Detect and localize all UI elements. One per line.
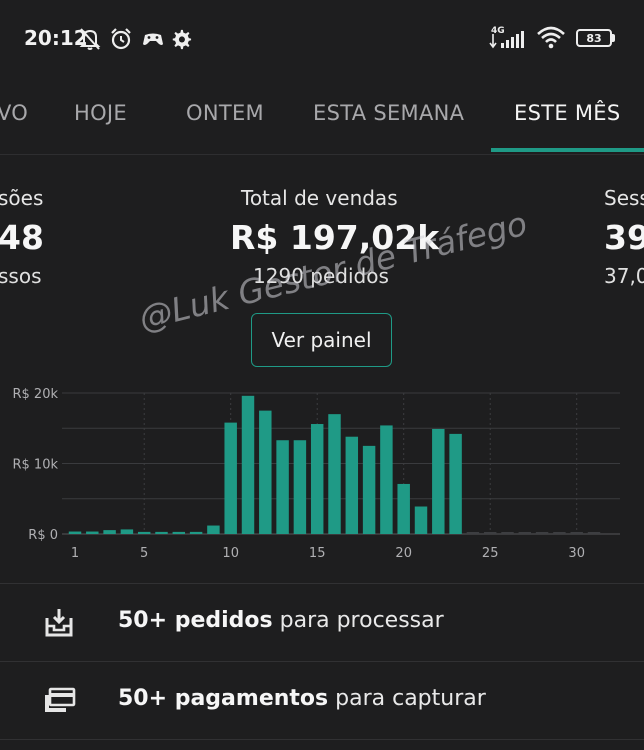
task-payments-count: 50+ pagamentos [118,686,329,711]
battery-tip [612,34,615,42]
x-tick-label: 15 [309,546,326,561]
metric-left-value: 48 [0,218,44,257]
task-row-payments[interactable]: 50+ pagamentos para capturar [0,661,644,740]
x-tick-label: 30 [568,546,585,561]
y-tick-label: R$ 20k [12,387,58,402]
task-row-orders[interactable]: 50+ pedidos para processar [0,583,644,662]
view-panel-label: Ver painel [271,328,372,352]
task-orders-text: 50+ pedidos para processar [118,608,444,633]
metric-total-sales-label: Total de vendas [241,186,398,210]
bar [570,532,583,534]
bar [380,425,393,534]
tab-esta-semana[interactable]: ESTA SEMANA [313,101,464,125]
bar [293,440,307,534]
metric-right-value: 39 [604,218,644,257]
sales-bar-chart: R$ 0R$ 10kR$ 20k1 5 10 15 20 25 30 [12,387,620,561]
y-tick-label: R$ 0 [28,528,58,543]
gear-icon [172,29,192,50]
bar [189,531,203,534]
bar [224,422,237,534]
battery-icon: 83 [576,29,612,47]
wifi-icon [537,26,565,49]
bar [120,529,134,534]
bar [449,433,462,534]
period-tabs: VO HOJE ONTEM ESTA SEMANA ESTE MÊS [0,90,644,155]
bar [276,440,289,534]
battery-level: 83 [586,31,602,45]
bar [518,532,532,534]
tab-ontem[interactable]: ONTEM [186,101,264,125]
bar [466,532,480,534]
bar [310,424,324,534]
bar [414,506,428,534]
bottom-divider [0,739,644,740]
x-tick-label: 5 [140,546,148,561]
tab-este-mes[interactable]: ESTE MÊS [514,101,621,125]
bar [172,531,186,534]
bar [259,410,272,534]
metric-right-label: Sess [604,186,644,210]
active-tab-indicator [491,148,644,152]
task-payments-text: 50+ pagamentos para capturar [118,686,486,711]
metric-left-label: sões [0,186,44,210]
bar [345,436,359,534]
bar [397,483,410,534]
bar [553,532,566,534]
bar [103,530,116,534]
signal-4g-icon [489,31,524,49]
x-tick-label: 25 [482,546,499,561]
game-controller-icon [143,33,163,45]
x-tick-label: 1 [71,546,79,561]
view-panel-button[interactable]: Ver painel [251,313,392,367]
bar [328,414,341,534]
bar [362,445,376,534]
bar [241,395,255,534]
alarm-icon [111,28,131,50]
bell-off-icon [79,28,101,50]
bar [207,525,220,534]
tab-previous[interactable]: VO [0,101,28,125]
status-bar: 20:12 4G 83 [0,0,644,78]
bar [587,532,601,534]
metric-right-sub: 37,0 [604,264,644,288]
x-tick-label: 20 [395,546,412,561]
bar [137,531,151,534]
bar [483,532,497,534]
bar [535,532,549,534]
y-tick-label: R$ 10k [12,458,58,473]
task-orders-rest: para processar [272,608,444,633]
metric-left-sub: ssos [0,264,42,288]
bar [68,531,82,534]
task-payments-rest: para capturar [328,686,486,711]
x-tick-label: 10 [222,546,239,561]
tab-hoje[interactable]: HOJE [74,101,127,125]
inbox-download-icon [45,609,73,637]
bar [432,428,445,534]
credit-cards-icon [45,687,76,712]
bar [155,531,168,534]
bar [501,532,514,534]
bar [86,531,99,534]
task-orders-count: 50+ pedidos [118,608,273,633]
